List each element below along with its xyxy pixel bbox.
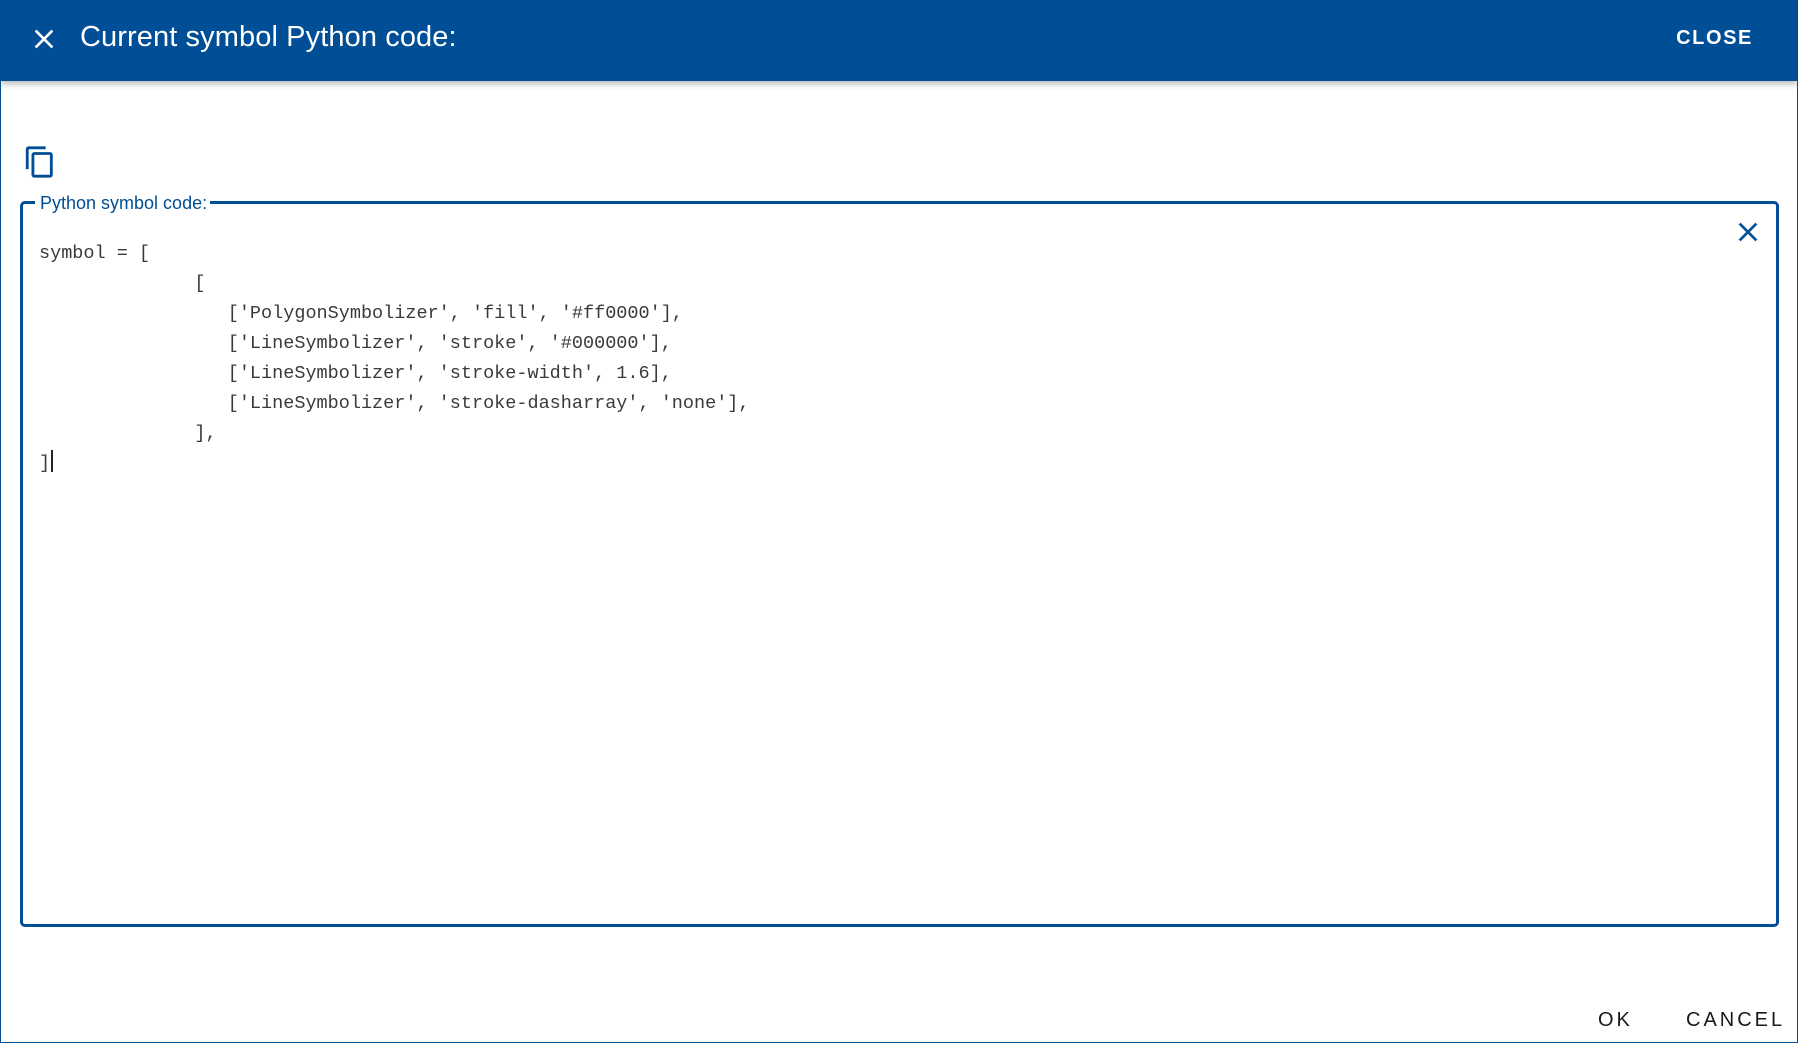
code-line: [	[39, 273, 206, 294]
copy-icon[interactable]	[23, 144, 57, 180]
code-line: ['PolygonSymbolizer', 'fill', '#ff0000']…	[39, 303, 683, 324]
dialog-toolbar: Current symbol Python code: CLOSE	[1, 1, 1797, 81]
code-line: ],	[39, 423, 217, 444]
code-field-label: Python symbol code:	[38, 193, 210, 214]
text-caret	[51, 450, 54, 472]
dialog-title: Current symbol Python code:	[80, 21, 457, 53]
clear-icon[interactable]	[1732, 216, 1764, 248]
code-line: ]	[39, 453, 51, 474]
ok-button[interactable]: OK	[1598, 1009, 1633, 1032]
code-line: symbol = [	[39, 243, 151, 264]
code-textarea[interactable]: symbol = [ [ ['PolygonSymbolizer', 'fill…	[39, 239, 1719, 899]
code-line: ['LineSymbolizer', 'stroke', '#000000'],	[39, 333, 672, 354]
python-code-dialog: Current symbol Python code: CLOSE Python…	[0, 0, 1798, 1043]
close-button[interactable]: CLOSE	[1676, 27, 1753, 50]
code-line: ['LineSymbolizer', 'stroke-dasharray', '…	[39, 393, 750, 414]
code-line: ['LineSymbolizer', 'stroke-width', 1.6],	[39, 363, 672, 384]
cancel-button[interactable]: CANCEL	[1686, 1009, 1785, 1032]
close-icon[interactable]	[28, 23, 60, 55]
